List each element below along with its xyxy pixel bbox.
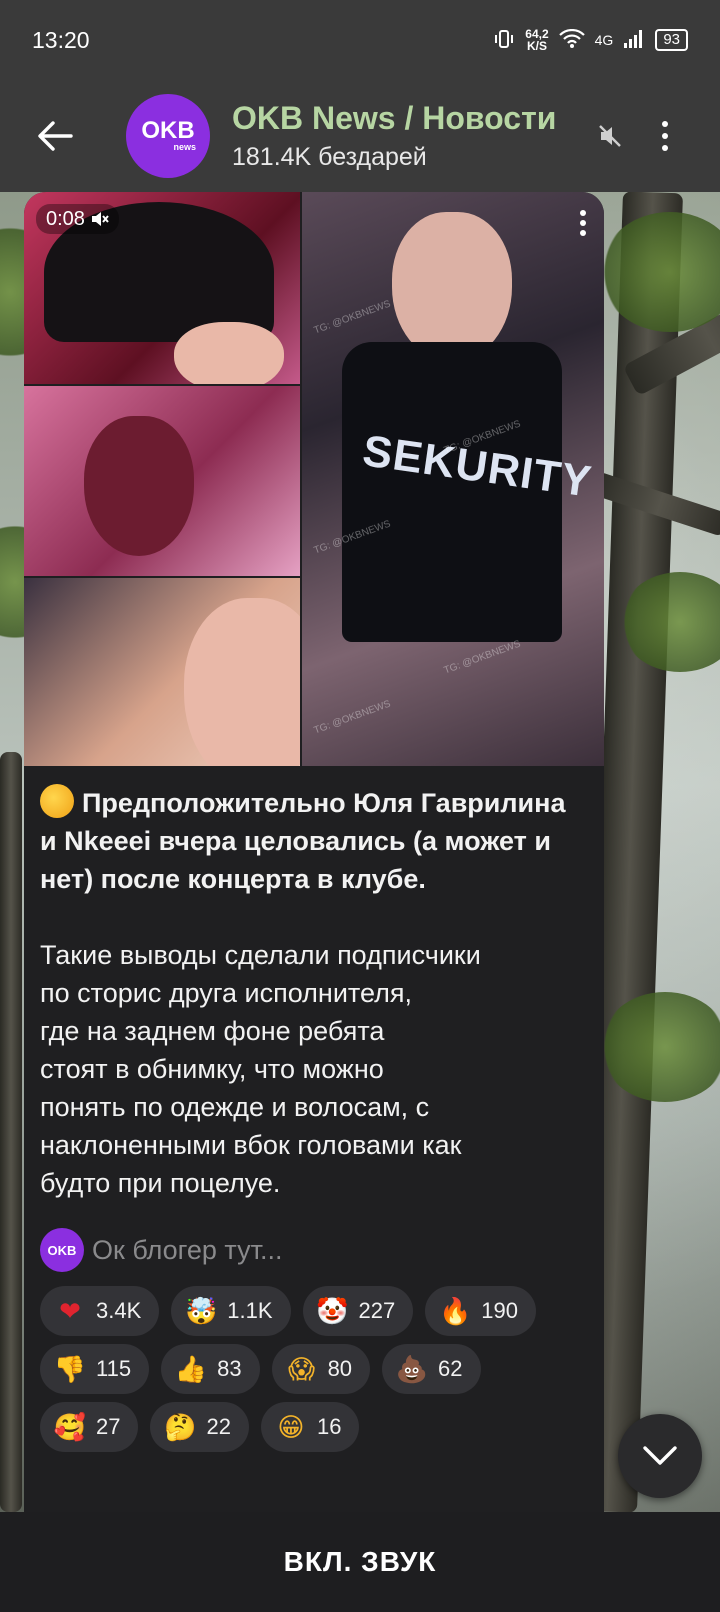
subscriber-count: 181.4K бездарей	[232, 143, 427, 171]
reaction-count: 80	[327, 1356, 353, 1381]
reaction-icon: ❤	[59, 1295, 81, 1326]
reaction-icon: 🤯	[185, 1295, 218, 1326]
video-duration: 0:08	[36, 204, 119, 234]
video-collage[interactable]: SEKURITY TG: @OKBNEWS TG: @OKBNEWS TG: @…	[24, 192, 604, 766]
reaction-chip[interactable]: 👍 83	[161, 1344, 260, 1394]
reaction-count: 83	[217, 1356, 242, 1381]
reaction-chip[interactable]: 🥰 27	[40, 1402, 139, 1452]
unmute-label: ВКЛ. ЗВУК	[283, 1546, 437, 1577]
reaction-chip[interactable]: ❤ 3.4K	[40, 1286, 160, 1336]
video-frame-3	[24, 578, 300, 766]
chevron-down-icon	[643, 1446, 677, 1465]
reaction-chip[interactable]: 💩 62	[382, 1344, 481, 1394]
message-body: Такие выводы сделали подписчики по стори…	[40, 940, 481, 1198]
more-options-button[interactable]	[662, 121, 668, 151]
wifi-icon	[558, 28, 585, 52]
reaction-chip[interactable]: 🤡 227	[302, 1286, 414, 1336]
reaction-chip[interactable]: 😱 80	[271, 1344, 371, 1394]
reaction-chip[interactable]: 🤔 22	[150, 1402, 249, 1452]
commenter-avatar: OKB	[40, 1228, 84, 1272]
reaction-icon: 👍	[174, 1353, 208, 1384]
reactions-list: ❤ 3.4K 🤯 1.1K 🤡 227 🔥 190 👎 115 👍 83 😱 80 💩 62 🥰 27 🤔 22 😁 16	[40, 1286, 580, 1452]
reaction-count: 16	[316, 1414, 342, 1439]
muted-icon	[592, 123, 628, 149]
video-menu-button[interactable]	[580, 210, 586, 236]
battery-indicator: 93	[655, 29, 688, 51]
scroll-down-button[interactable]	[618, 1414, 702, 1498]
reaction-count: 115	[96, 1356, 132, 1381]
network-speed: 64,2 K/S	[525, 27, 549, 53]
channel-avatar[interactable]: OKB news	[126, 94, 210, 178]
reaction-count: 227	[358, 1298, 396, 1323]
vibrate-icon	[493, 28, 515, 53]
reaction-icon: 🤡	[316, 1295, 349, 1326]
channel-title: OKB News / Новости	[232, 100, 557, 136]
video-frame-4: SEKURITY TG: @OKBNEWS TG: @OKBNEWS TG: @…	[302, 192, 604, 766]
reaction-icon: 🥰	[53, 1411, 87, 1442]
unmute-bar[interactable]: ВКЛ. ЗВУК	[0, 1512, 720, 1612]
chat-header: OKB news OKB News / Новости 181.4K безда…	[0, 80, 720, 192]
muted-speaker-icon	[91, 212, 109, 226]
message-text: Предположительно Юля Гаврилина и Nkeeei …	[24, 766, 604, 1202]
reaction-chip[interactable]: 🔥 190	[425, 1286, 536, 1336]
signal-icon	[623, 29, 645, 52]
shushing-face-icon	[40, 784, 74, 818]
reaction-count: 22	[206, 1414, 231, 1439]
reaction-chip[interactable]: 😁 16	[260, 1402, 360, 1452]
reaction-icon: 🤔	[164, 1411, 197, 1442]
reaction-icon: 💩	[395, 1353, 429, 1384]
channel-info[interactable]: OKB News / Новости 181.4K бездарей	[232, 100, 582, 172]
arrow-left-icon	[38, 121, 73, 151]
message-headline: Предположительно Юля Гаврилина и Nkeeei …	[40, 784, 588, 898]
reaction-count: 190	[481, 1298, 518, 1323]
reaction-icon: 😱	[288, 1353, 316, 1384]
reaction-icon: 😁	[277, 1411, 305, 1442]
reaction-count: 3.4K	[96, 1298, 142, 1323]
comment-text: Ок блогер тут...	[92, 1234, 283, 1265]
reaction-icon: 🔥	[439, 1295, 472, 1326]
message-bubble: SEKURITY TG: @OKBNEWS TG: @OKBNEWS TG: @…	[24, 192, 604, 1512]
reaction-count: 62	[438, 1356, 463, 1381]
reaction-icon: 👎	[53, 1353, 87, 1384]
network-type: 4G	[594, 32, 614, 48]
comment-preview[interactable]: OKB Ок блогер тут...	[40, 1228, 604, 1272]
reaction-count: 1.1K	[227, 1298, 273, 1323]
video-frame-2	[24, 386, 300, 576]
status-bar: 13:20 64,2 K/S 4G 93	[0, 0, 720, 80]
reaction-chip[interactable]: 🤯 1.1K	[171, 1286, 291, 1336]
back-button[interactable]	[0, 120, 110, 152]
reaction-count: 27	[96, 1414, 121, 1439]
clock: 13:20	[32, 26, 90, 53]
reaction-chip[interactable]: 👎 115	[40, 1344, 150, 1394]
